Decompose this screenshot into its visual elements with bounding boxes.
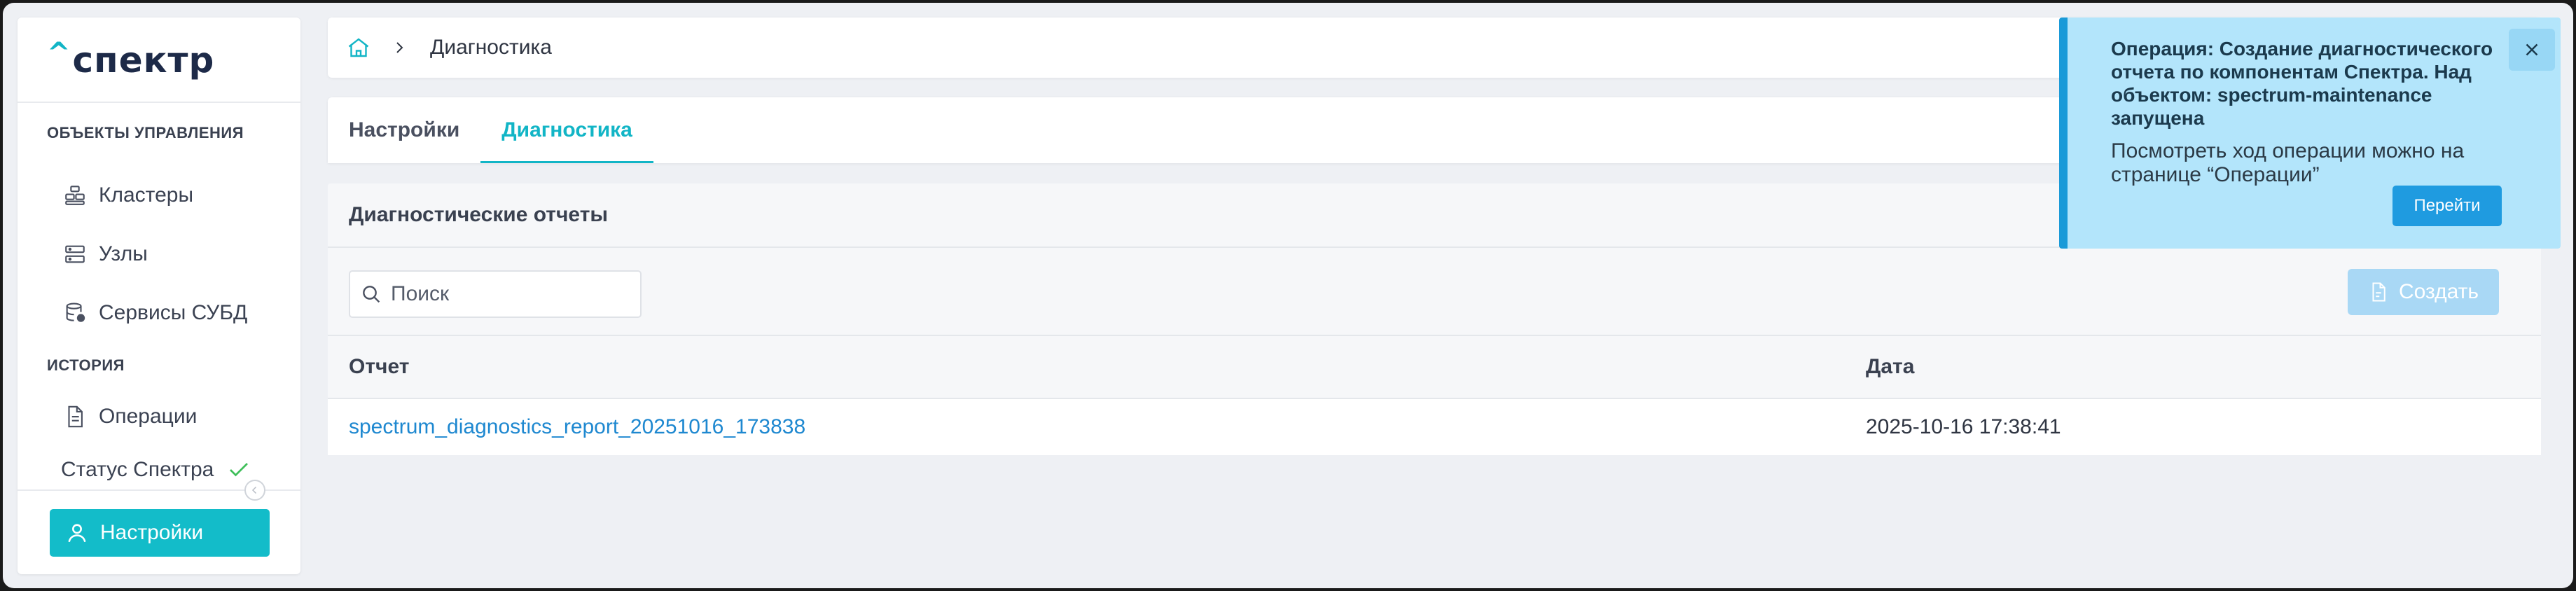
section-title-objects: ОБЪЕКТЫ УПРАВЛЕНИЯ: [47, 124, 244, 141]
column-header-report[interactable]: Отчет: [349, 355, 409, 379]
breadcrumb-current: Диагностика: [430, 36, 552, 59]
server-icon: [61, 240, 89, 268]
logo-text: спектр: [72, 40, 215, 81]
collapse-sidebar-button[interactable]: [244, 480, 265, 501]
database-service-icon: [61, 299, 89, 327]
tab-settings[interactable]: Настройки: [328, 97, 480, 163]
logo-caret: ^: [47, 37, 71, 69]
create-label: Создать: [2398, 280, 2479, 303]
sidebar-item-nodes[interactable]: Узлы: [47, 235, 148, 274]
status-label: Статус Спектра: [61, 458, 214, 481]
column-header-date[interactable]: Дата: [1866, 355, 1914, 379]
sidebar-item-dbms-services[interactable]: Сервисы СУБД: [47, 293, 247, 333]
spectr-logo[interactable]: ^ спектр: [47, 37, 215, 96]
sidebar-divider: [18, 102, 300, 103]
chevron-right-icon: [396, 42, 403, 53]
check-icon: [230, 463, 249, 477]
sidebar-item-operations[interactable]: Операции: [47, 397, 197, 436]
spectr-status[interactable]: Статус Спектра: [61, 450, 251, 489]
chevron-left-icon: [251, 486, 257, 494]
sidebar-item-clusters[interactable]: Кластеры: [47, 176, 193, 215]
search-box[interactable]: [349, 270, 642, 318]
table-header: Отчет Дата: [328, 335, 2541, 399]
settings-button[interactable]: Настройки: [50, 509, 270, 557]
sidebar-item-label: Кластеры: [99, 183, 193, 207]
operation-notification: Операция: Создание диагностического отче…: [2059, 18, 2561, 249]
notification-title: Операция: Создание диагностического отче…: [2111, 38, 2493, 129]
app-window: ^ спектр ОБЪЕКТЫ УПРАВЛЕНИЯ Кластеры Узл…: [3, 3, 2573, 588]
section-title-history: ИСТОРИЯ: [47, 356, 125, 374]
settings-label: Настройки: [100, 521, 204, 544]
sidebar-item-label: Операции: [99, 405, 198, 428]
search-input[interactable]: [391, 282, 629, 306]
cluster-icon: [61, 181, 89, 209]
document-icon: [61, 403, 89, 431]
sidebar-item-label: Сервисы СУБД: [99, 301, 248, 324]
home-icon[interactable]: [346, 35, 371, 60]
search-icon: [363, 286, 380, 303]
report-link[interactable]: spectrum_diagnostics_report_20251016_173…: [349, 415, 805, 439]
close-icon: [2526, 43, 2538, 56]
table-row: spectrum_diagnostics_report_20251016_173…: [328, 399, 2541, 455]
report-date: 2025-10-16 17:38:41: [1866, 415, 2061, 438]
go-to-operations-button[interactable]: Перейти: [2393, 186, 2502, 226]
add-document-icon: [2372, 282, 2385, 302]
close-notification-button[interactable]: [2509, 29, 2555, 71]
tab-diagnostics[interactable]: Диагностика: [480, 97, 653, 163]
notification-text: Посмотреть ход операции можно на страниц…: [2111, 139, 2465, 186]
create-button[interactable]: Создать: [2348, 269, 2499, 315]
sidebar: ^ спектр ОБЪЕКТЫ УПРАВЛЕНИЯ Кластеры Узл…: [18, 18, 300, 574]
sidebar-item-label: Узлы: [99, 242, 148, 265]
user-icon: [68, 524, 86, 543]
